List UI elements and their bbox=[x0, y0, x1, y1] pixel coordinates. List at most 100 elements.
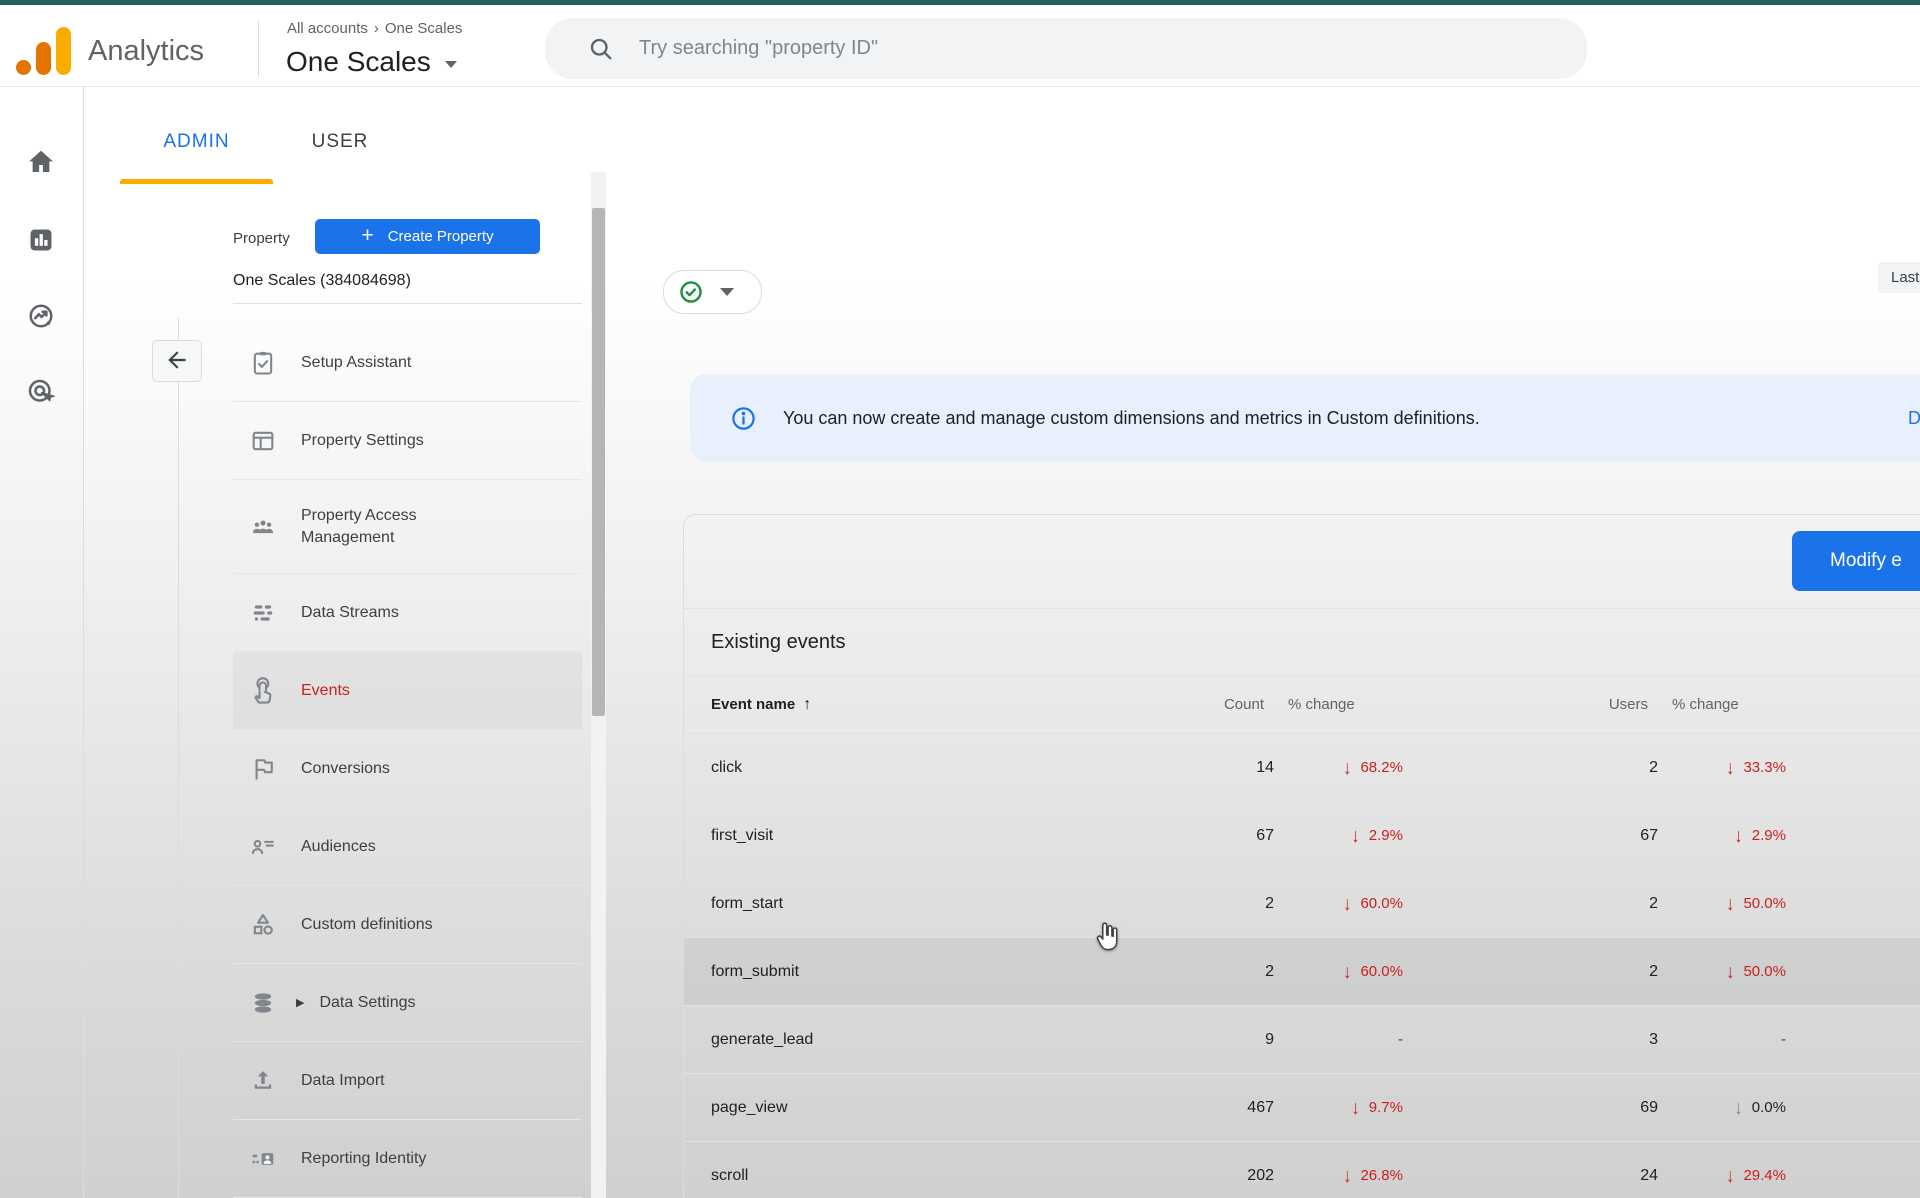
menu-item-label: Audiences bbox=[301, 836, 376, 858]
count-change-cell: ↓ 9.7% bbox=[1274, 1098, 1403, 1118]
create-property-label: Create Property bbox=[388, 228, 494, 245]
count-change-cell: ↓ - bbox=[1274, 1031, 1403, 1048]
sort-ascending-icon: ↑ bbox=[803, 696, 811, 714]
arrow-left-icon bbox=[164, 347, 190, 376]
menu-item-label: Reporting Identity bbox=[301, 1148, 426, 1170]
users-change-value: 50.0% bbox=[1743, 963, 1786, 980]
arrow-down-icon: ↓ bbox=[1351, 824, 1360, 847]
column-header-count[interactable]: Count bbox=[1157, 696, 1274, 713]
users-change-value: - bbox=[1781, 1031, 1786, 1048]
active-tab-underline bbox=[120, 179, 273, 184]
menu-item-icon bbox=[248, 988, 278, 1018]
table-row[interactable]: generate_lead 9 ↓ - 3 ↓ - bbox=[684, 1006, 1920, 1074]
event-name-cell: first_visit bbox=[684, 827, 1157, 845]
count-cell: 14 bbox=[1157, 759, 1274, 777]
home-icon[interactable] bbox=[17, 138, 65, 186]
column-header-event-name[interactable]: Event name ↑ bbox=[684, 696, 1157, 714]
users-change-cell: ↓ 33.3% bbox=[1658, 758, 1786, 778]
check-circle-icon bbox=[678, 279, 704, 305]
count-change-value: 9.7% bbox=[1369, 1099, 1403, 1116]
count-cell: 67 bbox=[1157, 827, 1274, 845]
column-header-users[interactable]: Users bbox=[1403, 696, 1658, 713]
table-row[interactable]: form_submit 2 ↓ 60.0% 2 ↓ 50.0% bbox=[684, 938, 1920, 1006]
table-row[interactable]: page_view 467 ↓ 9.7% 69 ↓ 0.0% bbox=[684, 1074, 1920, 1142]
divider bbox=[233, 303, 582, 304]
logo-bar-mid bbox=[36, 42, 51, 75]
event-name-cell: generate_lead bbox=[684, 1031, 1157, 1049]
table-row[interactable]: first_visit 67 ↓ 2.9% 67 ↓ 2.9% bbox=[684, 802, 1920, 870]
reports-icon[interactable] bbox=[17, 216, 65, 264]
column-header-count-change[interactable]: % change bbox=[1274, 696, 1403, 713]
menu-item[interactable]: Audiences bbox=[233, 808, 582, 886]
users-change-cell: ↓ - bbox=[1658, 1031, 1786, 1048]
count-change-cell: ↓ 60.0% bbox=[1274, 962, 1403, 982]
menu-item-label: Setup Assistant bbox=[301, 352, 411, 374]
menu-item-icon bbox=[248, 1066, 278, 1096]
dropdown-triangle-icon bbox=[720, 288, 734, 296]
logo-dot bbox=[16, 60, 31, 75]
table-row[interactable]: scroll 202 ↓ 26.8% 24 ↓ 29.4% bbox=[684, 1142, 1920, 1198]
breadcrumb-chevron-icon: › bbox=[374, 20, 379, 37]
menu-item[interactable]: Events bbox=[233, 652, 582, 730]
count-cell: 2 bbox=[1157, 963, 1274, 981]
menu-item[interactable]: Data Import bbox=[233, 1042, 582, 1120]
arrow-down-icon: ↓ bbox=[1734, 824, 1743, 847]
search-bar[interactable] bbox=[545, 18, 1587, 79]
search-input[interactable] bbox=[637, 36, 1441, 61]
users-change-cell: ↓ 29.4% bbox=[1658, 1166, 1786, 1186]
plus-icon: + bbox=[361, 224, 373, 248]
menu-item[interactable]: Custom definitions bbox=[233, 886, 582, 964]
menu-item[interactable]: Setup Assistant bbox=[233, 324, 582, 402]
table-row[interactable]: click 14 ↓ 68.2% 2 ↓ 33.3% bbox=[684, 734, 1920, 802]
collapse-panel-button[interactable] bbox=[152, 340, 202, 382]
users-cell: 24 bbox=[1403, 1167, 1658, 1185]
table-row[interactable]: form_start 2 ↓ 60.0% 2 ↓ 50.0% bbox=[684, 870, 1920, 938]
count-cell: 9 bbox=[1157, 1031, 1274, 1049]
breadcrumb-root[interactable]: All accounts bbox=[287, 20, 368, 37]
selected-property-name[interactable]: One Scales (384084698) bbox=[233, 272, 411, 290]
tab-user[interactable]: USER bbox=[285, 119, 395, 165]
menu-item-label: Custom definitions bbox=[301, 914, 433, 936]
topbar-divider bbox=[258, 21, 259, 77]
event-status-dropdown[interactable] bbox=[663, 270, 762, 314]
users-cell: 2 bbox=[1403, 895, 1658, 913]
menu-item-label: Conversions bbox=[301, 758, 390, 780]
banner-text: You can now create and manage custom dim… bbox=[783, 408, 1480, 429]
menu-item[interactable]: ▶ Data Settings bbox=[233, 964, 582, 1042]
menu-item-icon bbox=[248, 910, 278, 940]
count-change-cell: ↓ 2.9% bbox=[1274, 826, 1403, 846]
account-switcher[interactable]: One Scales bbox=[286, 42, 457, 82]
menu-item[interactable]: Reporting Identity bbox=[233, 1120, 582, 1198]
menu-item[interactable]: Property Access Management bbox=[233, 480, 582, 574]
menu-item-icon bbox=[248, 1144, 278, 1174]
tab-admin[interactable]: ADMIN bbox=[120, 119, 273, 165]
menu-item-icon bbox=[248, 426, 278, 456]
top-app-bar: Analytics All accounts›One Scales One Sc… bbox=[0, 5, 1920, 87]
banner-dismiss-link[interactable]: D bbox=[1908, 408, 1920, 429]
create-property-button[interactable]: + Create Property bbox=[315, 219, 540, 254]
property-column-label: Property bbox=[233, 230, 290, 247]
panel-scrollbar-thumb[interactable] bbox=[592, 208, 605, 716]
date-range-selector[interactable]: Last bbox=[1878, 262, 1920, 293]
menu-item[interactable]: Property Settings bbox=[233, 402, 582, 480]
users-change-cell: ↓ 0.0% bbox=[1658, 1098, 1786, 1118]
menu-item-icon bbox=[248, 348, 278, 378]
info-banner: You can now create and manage custom dim… bbox=[690, 374, 1920, 462]
menu-item[interactable]: Conversions bbox=[233, 730, 582, 808]
google-analytics-logo-icon[interactable] bbox=[16, 27, 72, 77]
events-toolbar: Modify e bbox=[684, 515, 1920, 609]
product-name: Analytics bbox=[88, 35, 204, 68]
menu-item[interactable]: Data Streams bbox=[233, 574, 582, 652]
explore-icon[interactable] bbox=[17, 292, 65, 340]
users-change-cell: ↓ 50.0% bbox=[1658, 962, 1786, 982]
expand-triangle-icon[interactable]: ▶ bbox=[296, 996, 304, 1009]
menu-item-icon bbox=[248, 676, 278, 706]
advertising-icon[interactable] bbox=[17, 368, 65, 416]
modify-events-button[interactable]: Modify e bbox=[1792, 531, 1920, 591]
event-name-cell: form_start bbox=[684, 895, 1157, 913]
menu-item-label: Property Settings bbox=[301, 430, 424, 452]
users-cell: 2 bbox=[1403, 963, 1658, 981]
column-header-users-change[interactable]: % change bbox=[1658, 696, 1786, 713]
users-change-value: 50.0% bbox=[1743, 895, 1786, 912]
search-icon bbox=[587, 35, 615, 63]
